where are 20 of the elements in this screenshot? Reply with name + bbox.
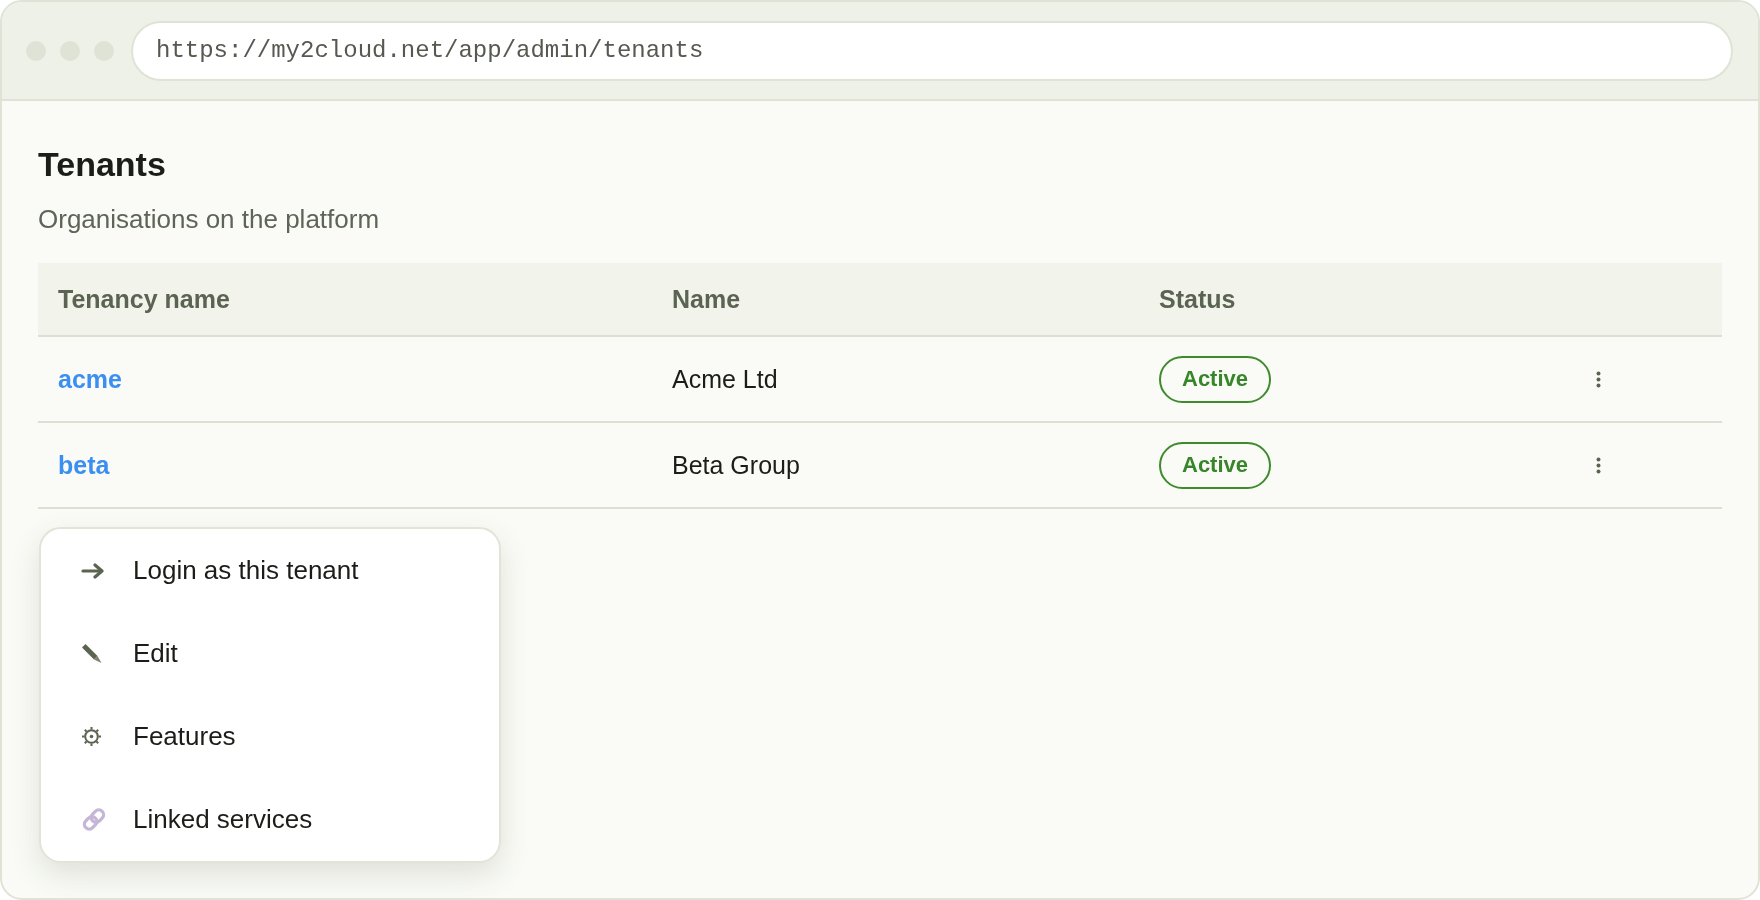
menu-item[interactable]: Login as this tenant	[41, 529, 499, 612]
table-cell-text: Beta Group	[671, 450, 800, 480]
status-badge: Active	[1159, 441, 1272, 489]
status-badge: Active	[1159, 355, 1272, 403]
menu-item[interactable]: Linked services	[41, 778, 499, 861]
arrow-icon	[81, 562, 105, 579]
menu-item[interactable]: Features	[41, 695, 499, 778]
chain-link-icon	[81, 806, 107, 833]
table-cell-text: Acme Ltd	[671, 364, 778, 394]
column-header: Status	[1158, 284, 1236, 314]
menu-item[interactable]: Edit	[41, 612, 499, 695]
pencil-icon	[81, 643, 103, 664]
gear-icon	[81, 726, 102, 747]
more-options-icon[interactable]	[1595, 456, 1601, 474]
more-options-icon[interactable]	[1595, 370, 1601, 388]
column-header: Tenancy name	[57, 284, 230, 314]
address-field[interactable]: https://my2cloud.net/app/admin/tenants	[131, 20, 1733, 81]
page-title: Tenants	[38, 144, 167, 184]
column-header: Name	[671, 284, 741, 314]
page-subtitle: Organisations on the platform	[38, 203, 381, 235]
